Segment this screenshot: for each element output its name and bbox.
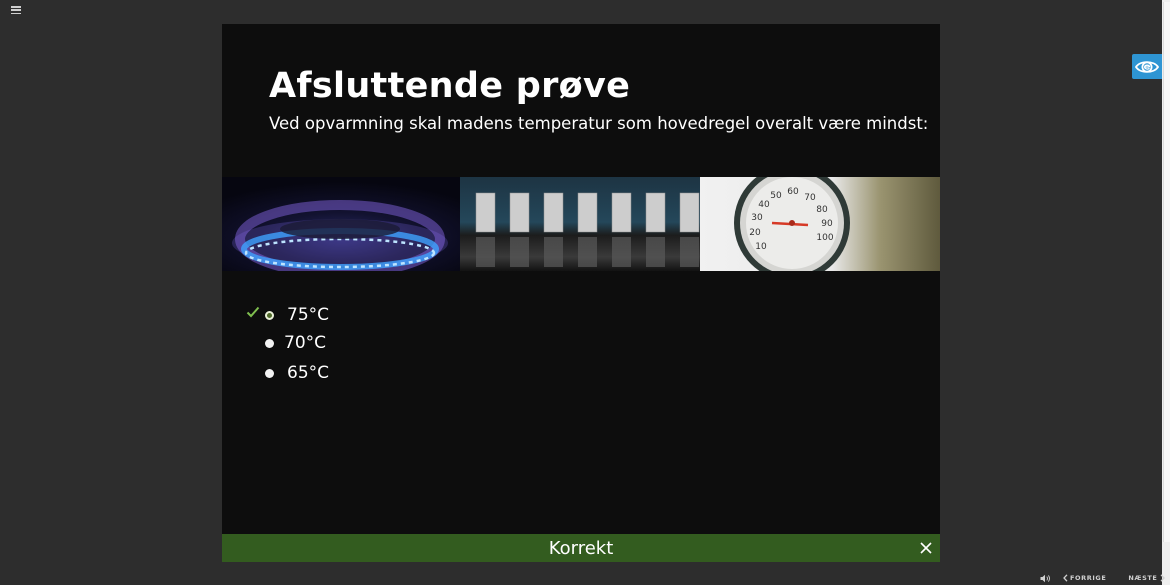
option-label: 70°C (284, 333, 327, 353)
hamburger-menu-icon[interactable] (11, 6, 21, 14)
doors-image (460, 177, 700, 271)
dial-number: 70 (804, 193, 816, 203)
gas-flame-image (222, 177, 460, 271)
radio-button-selected[interactable] (265, 311, 274, 320)
answer-option[interactable]: 75°C (246, 305, 366, 330)
checkmark-icon (246, 306, 260, 318)
radio-button[interactable] (265, 339, 274, 348)
chevron-left-icon (1063, 574, 1068, 582)
feedback-banner: Korrekt (222, 534, 940, 562)
dial-number: 50 (770, 191, 782, 201)
accessibility-button[interactable] (1132, 54, 1162, 79)
eye-icon (1135, 60, 1159, 73)
chevron-right-icon (1160, 574, 1166, 582)
thermometer-image: 10 20 30 40 50 60 70 80 90 100 (700, 177, 940, 271)
next-label: NÆSTE (1128, 574, 1158, 582)
scrollbar[interactable] (1162, 0, 1170, 585)
previous-label: FORRIGE (1070, 574, 1107, 582)
feedback-text: Korrekt (548, 537, 614, 559)
dial-number: 100 (816, 233, 833, 243)
option-label: 65°C (287, 363, 330, 383)
answer-option[interactable]: 70°C (246, 333, 366, 358)
previous-button[interactable]: FORRIGE (1063, 574, 1106, 582)
image-strip: 10 20 30 40 50 60 70 80 90 100 (222, 177, 940, 271)
radio-button[interactable] (265, 369, 274, 378)
dial-number: 10 (755, 242, 767, 252)
dial-number: 80 (816, 205, 828, 215)
slide-title: Afsluttende prøve (269, 66, 631, 106)
dial-number: 90 (821, 219, 833, 229)
question-text: Ved opvarmning skal madens temperatur so… (269, 114, 929, 133)
next-button[interactable]: NÆSTE (1128, 574, 1166, 582)
close-icon[interactable] (920, 542, 932, 554)
option-label: 75°C (287, 305, 330, 325)
speaker-icon[interactable] (1040, 574, 1051, 583)
dial-number: 60 (787, 187, 799, 197)
bottom-navigation: FORRIGE NÆSTE (1040, 572, 1166, 584)
dial-number: 30 (751, 213, 763, 223)
dial-number: 40 (758, 200, 770, 210)
quiz-slide: Afsluttende prøve Ved opvarmning skal ma… (222, 24, 940, 562)
answer-option[interactable]: 65°C (246, 363, 366, 388)
scrollbar-thumb[interactable] (1163, 2, 1170, 542)
dial-number: 20 (749, 228, 761, 238)
